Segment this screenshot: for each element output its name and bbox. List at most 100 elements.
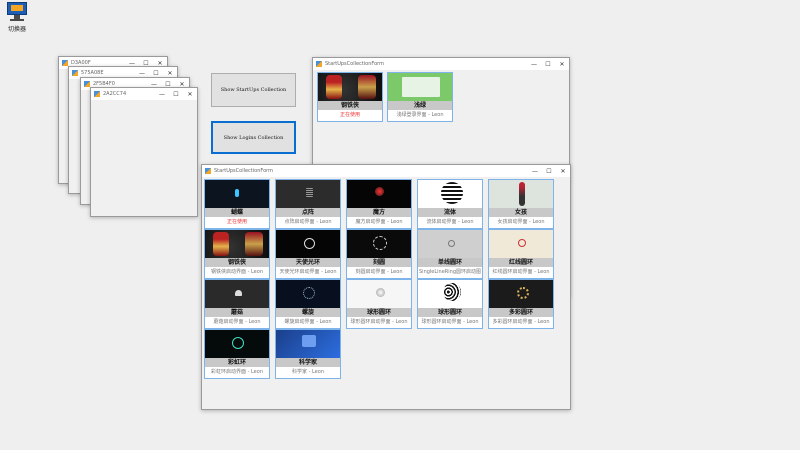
startup-card[interactable]: 点阵 点阵启动界面 - Leon xyxy=(275,179,341,229)
startup-card[interactable]: 球形圆环球形圆环启动界面 - Leon xyxy=(417,279,483,329)
card-thumbnail xyxy=(205,180,269,208)
card-thumbnail xyxy=(276,330,340,358)
close-icon[interactable]: ✕ xyxy=(556,168,570,175)
startup-card[interactable]: 钢铁侠钢铁侠启动界面 - Leon xyxy=(204,229,270,279)
card-title: 多彩圆环 xyxy=(489,308,553,317)
card-title: 螺旋 xyxy=(276,308,340,317)
startup-card[interactable]: 天使光环 天使光环启动界面 - Leon xyxy=(275,229,341,279)
startup-card[interactable]: 钢铁侠 正在使用 xyxy=(317,72,383,122)
card-thumbnail xyxy=(489,230,553,258)
small-window-4[interactable]: 2A2CC74 — ☐ ✕ xyxy=(90,87,198,217)
card-description: 流体启动界面 - Leon xyxy=(426,219,474,225)
startup-card[interactable]: 螺旋螺旋启动界面 - Leon xyxy=(275,279,341,329)
card-description: 钢铁侠启动界面 - Leon xyxy=(211,269,263,275)
card-title: 蝴蝶 xyxy=(205,208,269,217)
startup-card[interactable]: 蝴蝶 正在使用 xyxy=(204,179,270,229)
startups-window-large[interactable]: StartUpsCollectionForm — ☐ ✕ 蝴蝶 正在使用 点阵 点阵启动界… xyxy=(201,164,571,410)
card-thumbnail xyxy=(388,73,452,101)
ironman-left-glyph xyxy=(326,75,342,99)
card-description: 浅绿登录界面 - Leon xyxy=(396,112,444,118)
desktop-switcher-icon[interactable]: 切换器 xyxy=(2,2,32,33)
card-thumbnail xyxy=(347,230,411,258)
card-description: 球形圆环启动界面 - Leon xyxy=(421,319,479,325)
butterfly-glyph xyxy=(235,189,239,197)
card-description: 球形圆环启动界面 - Leon xyxy=(350,319,408,325)
startup-card[interactable]: 刻圆 刻圆启动界面 - Leon xyxy=(346,229,412,279)
ironman-right-glyph xyxy=(245,232,263,256)
card-thumbnail xyxy=(489,180,553,208)
card-description: SingleLineRing圆环启动图 xyxy=(419,269,481,275)
halo-ring-glyph xyxy=(304,238,315,249)
green-panel-glyph xyxy=(402,77,440,97)
card-thumbnail xyxy=(276,180,340,208)
single-ring-glyph xyxy=(448,240,455,247)
card-description: 正在使用 xyxy=(339,112,360,118)
card-thumbnail xyxy=(418,230,482,258)
startup-card[interactable]: 蘑菇 蘑菇启动界面 - Leon xyxy=(204,279,270,329)
startup-card[interactable]: 浅绿浅绿登录界面 - Leon xyxy=(387,72,453,122)
show-logins-button[interactable]: Show Logins Collection xyxy=(211,121,296,154)
card-title: 彩虹环 xyxy=(205,358,269,367)
card-title: 单线圆环 xyxy=(418,258,482,267)
startup-card[interactable]: 女孩女孩启动界面 - Leon xyxy=(488,179,554,229)
close-icon[interactable]: ✕ xyxy=(183,91,197,98)
scientist-glyph xyxy=(302,335,316,347)
startup-card[interactable]: 红线圆环红线圆环启动界面 - Leon xyxy=(488,229,554,279)
rainbow-ring-glyph xyxy=(232,337,244,349)
maximize-icon[interactable]: ☐ xyxy=(169,91,183,98)
card-thumbnail xyxy=(205,230,269,258)
minimize-icon[interactable]: — xyxy=(528,168,542,175)
minimize-icon[interactable]: — xyxy=(155,91,169,98)
startup-card[interactable]: 多彩圆环 多彩圆环启动界面 - Leon xyxy=(488,279,554,329)
startup-card[interactable]: 科学家 科学家 - Leon xyxy=(275,329,341,379)
ironman-left-glyph xyxy=(213,232,229,256)
card-title: 刻圆 xyxy=(347,258,411,267)
maximize-icon[interactable]: ☐ xyxy=(149,70,163,77)
striped-ring-glyph xyxy=(443,283,461,301)
card-description: 螺旋启动界面 - Leon xyxy=(284,319,332,325)
card-title: 点阵 xyxy=(276,208,340,217)
startup-card[interactable]: 球形圆环 球形圆环启动界面 - Leon xyxy=(346,279,412,329)
maximize-icon[interactable]: ☐ xyxy=(541,61,555,68)
card-description: 女孩启动界面 - Leon xyxy=(497,219,545,225)
window-title: 2A2CC74 xyxy=(103,91,127,97)
card-title: 女孩 xyxy=(489,208,553,217)
close-icon[interactable]: ✕ xyxy=(163,70,177,77)
startup-card[interactable]: 彩虹环彩虹环启动界面 - Leon xyxy=(204,329,270,379)
ironman-right-glyph xyxy=(358,75,376,99)
card-description: 天使光环启动界面 - Leon xyxy=(279,269,337,275)
dot-matrix-glyph xyxy=(306,188,313,197)
show-startups-button[interactable]: Show StartUps Collection xyxy=(211,73,296,107)
girl-figure-glyph xyxy=(519,182,525,206)
card-description: 彩虹环启动界面 - Leon xyxy=(211,369,263,375)
card-title: 红线圆环 xyxy=(489,258,553,267)
minimize-icon[interactable]: — xyxy=(527,61,541,68)
card-thumbnail xyxy=(276,280,340,308)
card-thumbnail xyxy=(347,180,411,208)
card-description: 正在使用 xyxy=(226,219,247,225)
startup-card[interactable]: 单线圆环 SingleLineRing圆环启动图 xyxy=(417,229,483,279)
card-title: 魔方 xyxy=(347,208,411,217)
monitor-icon xyxy=(5,2,29,22)
card-description: 红线圆环启动界面 - Leon xyxy=(492,269,550,275)
startup-card[interactable]: 流体 流体启动界面 - Leon xyxy=(417,179,483,229)
card-title: 钢铁侠 xyxy=(205,258,269,267)
startup-card[interactable]: 魔方 魔方启动界面 - Leon xyxy=(346,179,412,229)
red-ring-glyph xyxy=(518,239,526,247)
fluid-sphere-glyph xyxy=(441,182,463,204)
card-thumbnail xyxy=(489,280,553,308)
maximize-icon[interactable]: ☐ xyxy=(542,168,556,175)
minimize-icon[interactable]: — xyxy=(135,70,149,77)
app-icon xyxy=(205,168,211,174)
desktop-icon-label: 切换器 xyxy=(7,26,26,33)
card-title: 球形圆环 xyxy=(418,308,482,317)
close-icon[interactable]: ✕ xyxy=(555,61,569,68)
window-title: StartUpsCollectionForm xyxy=(214,168,273,174)
app-icon xyxy=(316,61,322,67)
spiral-glyph xyxy=(303,287,315,299)
card-title: 浅绿 xyxy=(388,101,452,110)
card-thumbnail xyxy=(347,280,411,308)
card-thumbnail xyxy=(205,280,269,308)
window-title: 575A08E xyxy=(81,70,104,76)
card-thumbnail xyxy=(276,230,340,258)
